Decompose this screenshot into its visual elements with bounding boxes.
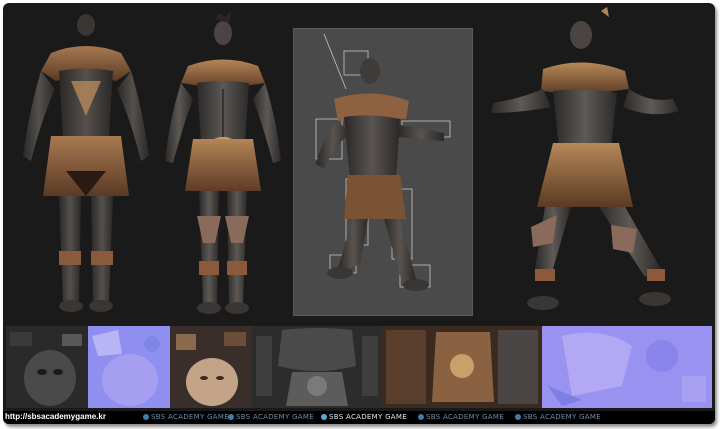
texture-body-specular <box>252 326 382 408</box>
sbs-logo-icon <box>321 414 327 420</box>
texture-body-diffuse <box>382 326 542 408</box>
watermark-1: SBS ACADEMY GAME <box>143 412 229 422</box>
texture-face-diffuse <box>6 326 88 408</box>
watermark-5: SBS ACADEMY GAME <box>515 412 601 422</box>
texture-body-normal <box>542 326 712 408</box>
watermark-2: SBS ACADEMY GAME <box>228 412 314 422</box>
character-back-view <box>23 14 149 312</box>
website-url[interactable]: http://sbsacademygame.kr <box>5 411 106 422</box>
watermark-4: SBS ACADEMY GAME <box>418 412 504 422</box>
sbs-logo-icon <box>143 414 149 420</box>
posed-rig-figure <box>315 33 451 291</box>
modeling-viewport <box>293 28 473 316</box>
sbs-logo-icon <box>515 414 521 420</box>
character-front-view <box>165 11 281 314</box>
character-action-pose <box>491 7 679 310</box>
texture-face-color <box>170 326 252 408</box>
image-frame: http://sbsacademygame.kr SBS ACADEMY GAM… <box>3 3 715 424</box>
watermark-3: SBS ACADEMY GAME <box>321 412 407 422</box>
texture-face-normal <box>88 326 170 408</box>
texture-strip <box>6 326 712 408</box>
sbs-logo-icon <box>418 414 424 420</box>
sbs-logo-icon <box>228 414 234 420</box>
footer-bar: http://sbsacademygame.kr SBS ACADEMY GAM… <box>3 411 715 424</box>
